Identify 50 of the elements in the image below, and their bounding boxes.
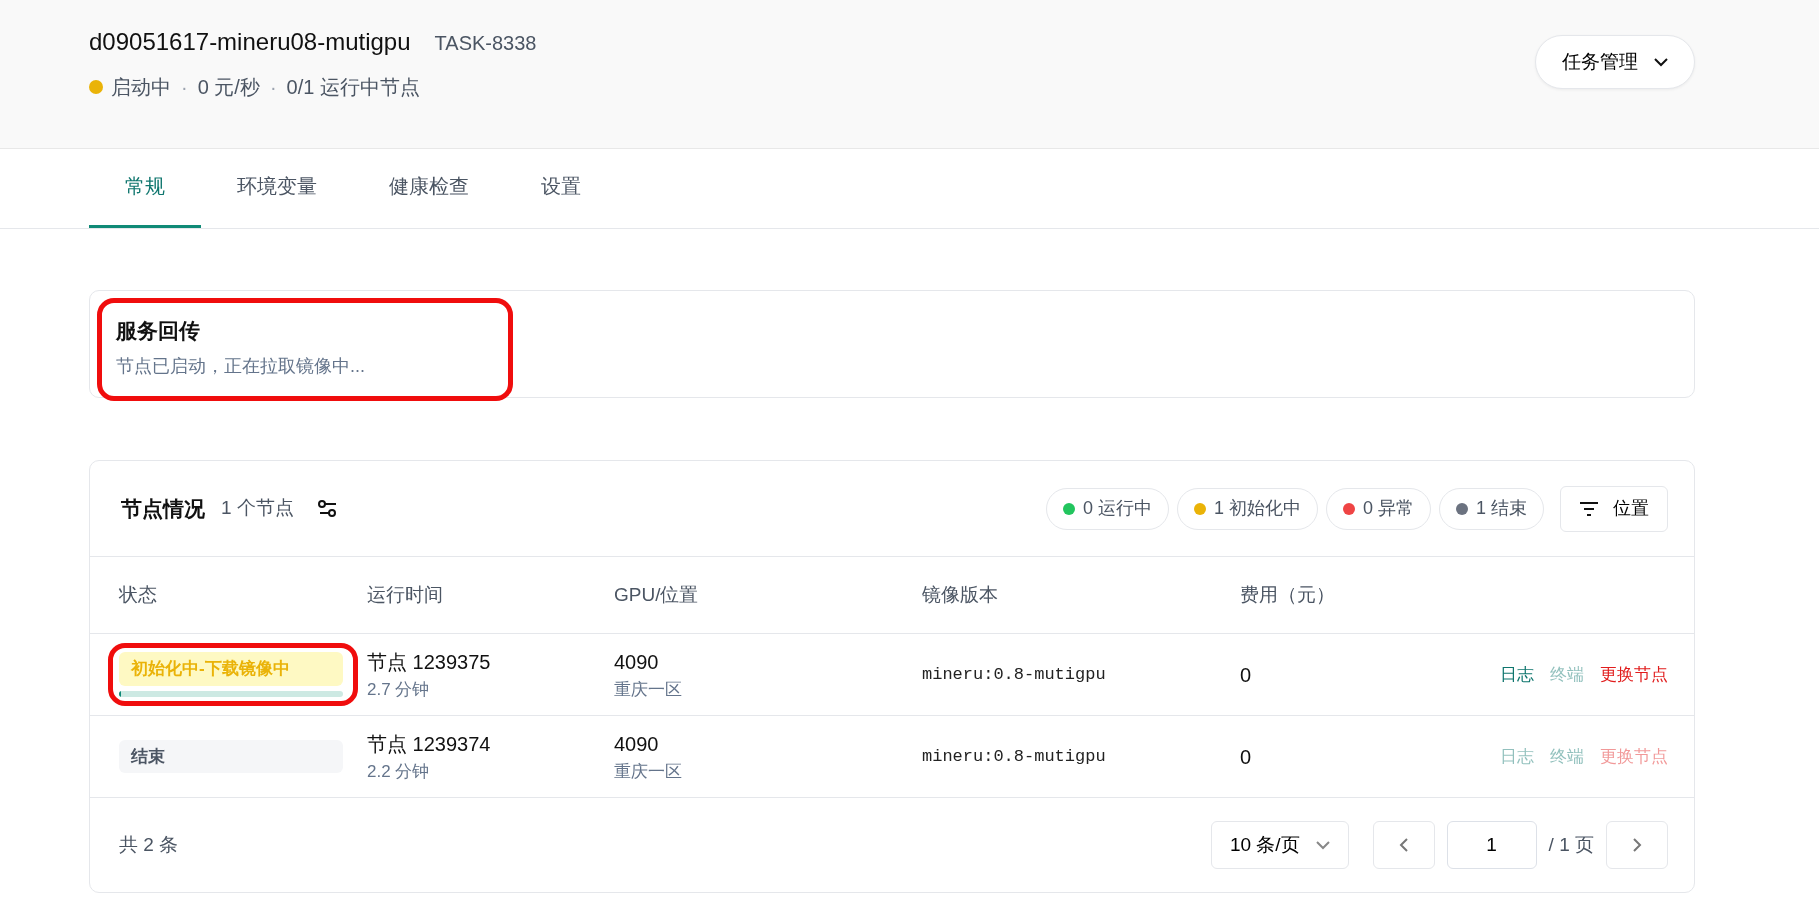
status-label: 结束 xyxy=(119,739,343,774)
runtime-text: 2.2 分钟 xyxy=(367,760,431,783)
tab[interactable]: 环境变量 xyxy=(201,171,353,228)
total-count: 共 2 条 xyxy=(119,832,179,857)
column-header: 运行时间 xyxy=(367,582,444,607)
rate-text: 0 元/秒 xyxy=(197,75,260,100)
location-filter-button[interactable]: 位置 xyxy=(1560,485,1668,532)
chevron-left-icon xyxy=(1399,838,1409,852)
gpu-model: 4090 xyxy=(614,731,660,757)
image-version: mineru:0.8-mutigpu xyxy=(922,745,1107,768)
task-menu-button[interactable]: 任务管理 xyxy=(1535,35,1695,89)
node-name: 节点 1239375 xyxy=(367,649,492,675)
column-header: GPU/位置 xyxy=(614,582,700,607)
page-total: / 1 页 xyxy=(1548,832,1594,857)
status-label: 初始化中-下载镜像中 xyxy=(119,652,343,686)
runtime-text: 2.7 分钟 xyxy=(367,678,431,701)
separator-dot: · xyxy=(269,75,277,100)
gpu-model: 4090 xyxy=(614,649,660,675)
image-version: mineru:0.8-mutigpu xyxy=(922,663,1107,686)
column-header: 费用（元） xyxy=(1240,582,1336,607)
previous-page-button[interactable] xyxy=(1372,821,1435,869)
task-id: TASK-8338 xyxy=(434,31,537,56)
chevron-down-icon xyxy=(1654,57,1668,67)
cost-value: 0 xyxy=(1240,744,1253,770)
callback-message: 节点已启动，正在拉取镜像中... xyxy=(116,354,366,378)
running-nodes-text: 0/1 运行中节点 xyxy=(286,75,420,100)
section-title: 节点情况 xyxy=(121,495,205,522)
separator-dot: · xyxy=(181,75,188,100)
tab[interactable]: 常规 xyxy=(89,171,201,228)
task-title: d09051617-mineru08-mutigpu xyxy=(89,27,411,57)
page-size-select[interactable]: 10 条/页 xyxy=(1210,821,1349,869)
chevron-right-icon xyxy=(1632,838,1642,852)
location-text: 重庆一区 xyxy=(614,678,683,701)
node-name: 节点 1239374 xyxy=(367,731,492,757)
cost-value: 0 xyxy=(1240,662,1253,688)
next-page-button[interactable] xyxy=(1606,821,1668,869)
status-text: 启动中 xyxy=(111,75,171,100)
tab[interactable]: 设置 xyxy=(505,171,617,228)
node-count: 1 个节点 xyxy=(221,496,294,521)
chevron-down-icon xyxy=(1315,840,1330,850)
column-header: 状态 xyxy=(119,582,158,607)
location-text: 重庆一区 xyxy=(614,760,683,783)
page-input[interactable]: 1 xyxy=(1446,821,1537,869)
filter-icon xyxy=(1579,500,1599,517)
filter-sliders-icon[interactable] xyxy=(317,499,338,518)
column-header: 镜像版本 xyxy=(922,582,999,607)
card-title: 服务回传 xyxy=(116,318,201,344)
action-link[interactable]: 更换节点 xyxy=(1600,661,1668,688)
tab[interactable]: 健康检查 xyxy=(353,171,505,228)
action-link[interactable]: 日志 xyxy=(1500,661,1534,688)
